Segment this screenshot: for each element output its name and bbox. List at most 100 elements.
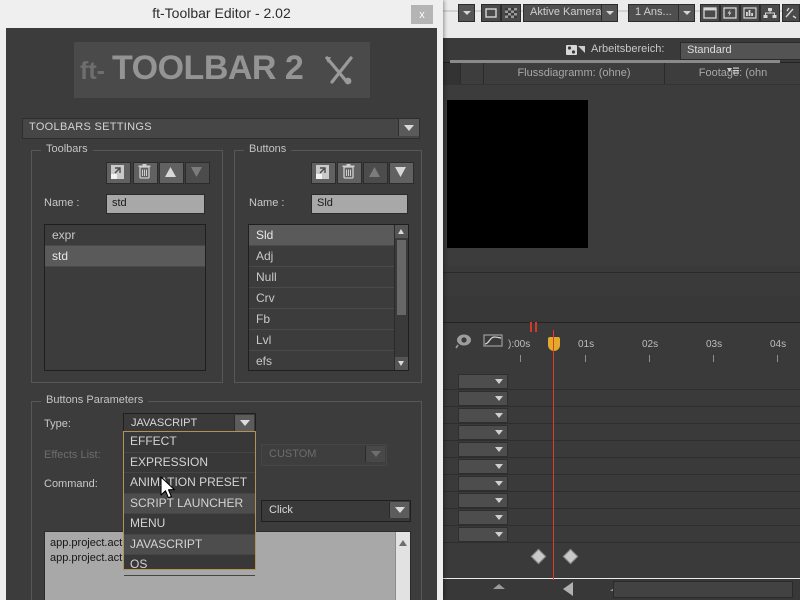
graph-editor-icon[interactable] (482, 332, 504, 350)
toolbars-name-label: Name : (44, 197, 79, 209)
menu-item-animation-preset[interactable]: ANIMATION PRESET (124, 473, 255, 494)
layer-switch[interactable] (458, 374, 508, 389)
menu-item-expression[interactable]: EXPRESSION (124, 453, 255, 474)
close-icon[interactable]: x (411, 5, 433, 24)
list-item[interactable]: Lvl (249, 330, 408, 351)
chevron-down-icon[interactable] (398, 119, 419, 136)
buttons-name-input[interactable]: Sld (311, 194, 408, 214)
table-row[interactable] (440, 406, 800, 424)
duplicate-icon[interactable] (106, 162, 131, 184)
duplicate-icon[interactable] (311, 162, 336, 184)
menu-item-os[interactable]: OS (124, 555, 255, 576)
type-dropdown-menu[interactable]: EFFECT EXPRESSION ANIMATION PRESET SCRIP… (123, 431, 256, 570)
list-item[interactable]: Null (249, 267, 408, 288)
list-item[interactable]: Crv (249, 288, 408, 309)
layer-switch[interactable] (458, 476, 508, 491)
command-scrollbar[interactable] (395, 532, 410, 600)
chevron-down-icon[interactable] (365, 446, 385, 462)
layer-switch[interactable] (458, 493, 508, 508)
timeline-footer-field[interactable] (613, 581, 793, 598)
move-up-icon[interactable] (363, 162, 388, 184)
table-row[interactable] (440, 440, 800, 458)
table-row[interactable] (440, 508, 800, 526)
flowchart-icon[interactable] (760, 4, 780, 22)
menu-item-effect[interactable]: EFFECT (124, 432, 255, 453)
table-row[interactable] (440, 525, 800, 543)
magnification-arrow-icon[interactable] (458, 4, 475, 22)
buttons-list-scrollbar[interactable] (394, 225, 408, 370)
move-up-icon[interactable] (159, 162, 184, 184)
table-row[interactable] (440, 423, 800, 441)
workspace-value: Standard (687, 44, 732, 56)
list-item[interactable]: efs (249, 351, 408, 371)
title-safe-icon[interactable] (700, 4, 720, 22)
trigger-select[interactable]: Click (261, 500, 411, 522)
ruler-mark-3 (713, 355, 714, 362)
playhead-nav-icon[interactable] (563, 582, 573, 596)
list-item[interactable]: Fb (249, 309, 408, 330)
toolbars-name-input[interactable]: std (106, 194, 205, 214)
views-arrow-icon[interactable] (678, 4, 695, 22)
layer-switch[interactable] (458, 408, 508, 423)
table-row[interactable] (440, 389, 800, 407)
layer-switch[interactable] (458, 510, 508, 525)
toolbars-settings-select[interactable]: TOOLBARS SETTINGS (22, 118, 420, 139)
transparency-grid-icon[interactable] (501, 4, 521, 22)
layer-switch[interactable] (458, 391, 508, 406)
workspace-selector[interactable]: Standard (680, 42, 800, 60)
effects-list-value: CUSTOM (269, 448, 316, 460)
buttons-list[interactable]: Sld Adj Null Crv Fb Lvl efs (248, 224, 409, 371)
views-selector[interactable]: 1 Ans... (628, 4, 680, 22)
preview-eye-icon[interactable] (455, 332, 477, 350)
current-time-indicator[interactable] (548, 337, 560, 351)
scroll-down-icon[interactable] (395, 357, 408, 370)
layer-switch[interactable] (458, 527, 508, 542)
ae-composition-viewer[interactable] (440, 85, 800, 265)
ruler-mark-2 (649, 355, 650, 362)
table-row[interactable] (440, 491, 800, 509)
move-down-icon[interactable] (389, 162, 414, 184)
active-camera-value: Aktive Kamera (530, 6, 602, 18)
active-camera-arrow-icon[interactable] (601, 4, 618, 22)
move-down-icon[interactable] (185, 162, 210, 184)
trash-icon[interactable] (337, 162, 362, 184)
ruler-mark-1 (585, 355, 586, 362)
scrollbar-thumb[interactable] (397, 240, 406, 315)
list-item[interactable]: expr (45, 225, 205, 246)
tab-footage[interactable]: Footage: (ohn (664, 63, 800, 84)
tab-blank[interactable] (460, 63, 484, 84)
snapshot-icon[interactable] (782, 4, 800, 22)
effects-list-select[interactable]: CUSTOM (261, 444, 387, 466)
logo-prefix: ft- (80, 57, 105, 86)
fast-preview-icon[interactable] (720, 4, 740, 22)
histogram-icon[interactable] (740, 4, 760, 22)
scroll-up-icon[interactable] (395, 225, 408, 238)
table-row[interactable] (440, 372, 800, 390)
tools-icon (322, 54, 356, 88)
active-camera-selector[interactable]: Aktive Kamera (523, 4, 603, 22)
zoom-out-icon[interactable] (493, 584, 505, 589)
layer-switch[interactable] (458, 459, 508, 474)
layer-switch[interactable] (458, 425, 508, 440)
chevron-down-icon[interactable] (389, 502, 409, 518)
menu-item-script-launcher[interactable]: SCRIPT LAUNCHER (124, 494, 255, 515)
menu-item-javascript[interactable]: JAVASCRIPT (124, 535, 255, 556)
table-row[interactable] (440, 474, 800, 492)
toolbars-list[interactable]: expr std (44, 224, 206, 371)
chevron-down-icon[interactable] (234, 415, 254, 431)
menu-item-menu[interactable]: MENU (124, 514, 255, 535)
list-item[interactable]: Sld (249, 225, 408, 246)
tab-flowchart-label: Flussdiagramm: (ohne) (484, 67, 664, 79)
trash-icon[interactable] (133, 162, 158, 184)
list-item[interactable]: Adj (249, 246, 408, 267)
panel-menu-icon[interactable] (665, 67, 800, 77)
layer-switch[interactable] (458, 442, 508, 457)
region-of-interest-icon[interactable] (481, 4, 501, 22)
tab-flowchart[interactable]: Flussdiagramm: (ohne) (483, 63, 665, 84)
list-item[interactable]: std (45, 246, 205, 267)
composition-canvas[interactable] (447, 100, 588, 248)
table-row[interactable] (440, 457, 800, 475)
effects-list-label: Effects List: (44, 449, 101, 461)
ft-toolbar-editor-dialog: ft-Toolbar Editor - 2.02 x ft- TOOLBAR 2… (0, 0, 443, 600)
views-value: 1 Ans... (635, 6, 672, 18)
